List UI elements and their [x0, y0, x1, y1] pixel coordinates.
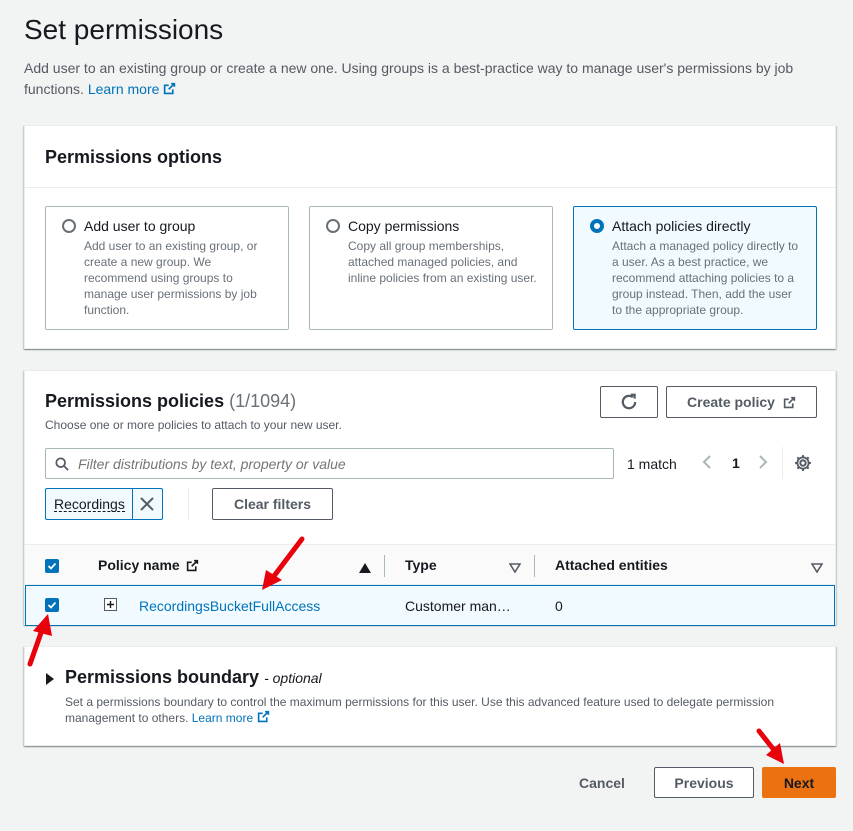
expand-caret-icon[interactable] — [45, 672, 55, 690]
policies-count: (1/1094) — [229, 391, 297, 411]
external-link-icon — [257, 710, 270, 723]
external-link-icon — [783, 396, 796, 408]
option-attach-policies-directly[interactable]: Attach policies directly Attach a manage… — [573, 206, 817, 330]
boundary-title[interactable]: Permissions boundary - optional — [65, 667, 322, 688]
table-header: Policy name Type Attached entities — [25, 544, 835, 585]
annotation-arrow-checkbox — [27, 614, 52, 667]
table-row[interactable]: RecordingsBucketFullAccess Customer man…… — [25, 585, 835, 626]
expand-row-icon[interactable] — [104, 598, 117, 616]
radio-button[interactable] — [326, 219, 340, 233]
permissions-options-panel: Permissions options Add user to group Ad… — [24, 125, 836, 349]
annotation-arrow-next — [756, 728, 784, 764]
next-button[interactable]: Next — [762, 767, 836, 798]
policies-table: Policy name Type Attached entities Recor… — [25, 544, 835, 626]
clear-filters-button[interactable]: Clear filters — [212, 488, 333, 520]
external-link-icon — [164, 82, 176, 95]
previous-button[interactable]: Previous — [654, 767, 754, 798]
column-resizer[interactable] — [534, 555, 535, 577]
dismiss-token-icon[interactable] — [140, 497, 154, 516]
column-header-type[interactable]: Type — [405, 545, 437, 585]
filter-token: Recordings — [45, 488, 163, 520]
option-label: Add user to group — [84, 218, 196, 234]
filter-token-label: Recordings — [54, 496, 125, 512]
refresh-button[interactable] — [600, 386, 658, 418]
option-label: Attach policies directly — [612, 218, 751, 234]
next-page-icon[interactable] — [757, 454, 769, 475]
filter-separator — [188, 488, 189, 520]
sort-ascending-icon[interactable] — [359, 560, 371, 578]
option-description: Attach a managed policy directly to a us… — [612, 239, 799, 317]
match-count: 1 match — [627, 456, 677, 472]
policy-name-link[interactable]: RecordingsBucketFullAccess — [139, 598, 320, 614]
column-resizer[interactable] — [384, 555, 385, 577]
refresh-icon — [621, 393, 637, 410]
boundary-description: Set a permissions boundary to control th… — [65, 695, 775, 725]
learn-more-link[interactable]: Learn more — [88, 81, 177, 97]
column-header-attached-entities[interactable]: Attached entities — [555, 545, 668, 585]
filter-token-divider — [132, 489, 133, 519]
external-link-icon — [186, 559, 198, 571]
option-label: Copy permissions — [348, 218, 460, 234]
permissions-options-title: Permissions options — [45, 147, 223, 167]
option-add-user-to-group[interactable]: Add user to group Add user to an existin… — [45, 206, 289, 330]
page-description: Add user to an existing group or create … — [24, 58, 814, 100]
search-input[interactable] — [78, 454, 598, 474]
search-icon — [55, 457, 69, 471]
column-header-policy-name[interactable]: Policy name — [98, 545, 199, 585]
attached-entities-count: 0 — [555, 598, 563, 614]
radio-button-selected[interactable] — [590, 219, 604, 233]
gear-icon[interactable] — [794, 454, 812, 477]
option-description: Copy all group memberships, attached man… — [348, 239, 537, 285]
create-policy-button[interactable]: Create policy — [666, 386, 817, 418]
permissions-boundary-panel: Permissions boundary - optional Set a pe… — [24, 646, 836, 746]
policy-type: Customer man… — [405, 598, 511, 614]
select-all-checkbox[interactable] — [45, 559, 59, 573]
option-description: Add user to an existing group, or create… — [84, 239, 258, 317]
policies-title: Permissions policies (1/1094) — [45, 391, 297, 411]
sort-icon[interactable] — [508, 560, 522, 578]
option-copy-permissions[interactable]: Copy permissions Copy all group membersh… — [309, 206, 553, 330]
sort-icon[interactable] — [810, 560, 824, 578]
prev-page-icon[interactable] — [701, 454, 713, 475]
page-number[interactable]: 1 — [732, 455, 740, 471]
pagination-separator — [782, 447, 783, 479]
permissions-policies-panel: Permissions policies (1/1094) Choose one… — [24, 370, 836, 626]
cancel-button[interactable]: Cancel — [566, 767, 638, 798]
boundary-learn-more-link[interactable]: Learn more — [192, 710, 270, 725]
policies-subtitle: Choose one or more policies to attach to… — [45, 418, 342, 432]
panel-divider — [25, 187, 835, 188]
annotation-arrow-policy — [262, 536, 305, 590]
radio-button[interactable] — [62, 219, 76, 233]
page-title: Set permissions — [24, 14, 224, 45]
optional-label: - optional — [264, 670, 322, 686]
search-field[interactable] — [45, 448, 614, 479]
